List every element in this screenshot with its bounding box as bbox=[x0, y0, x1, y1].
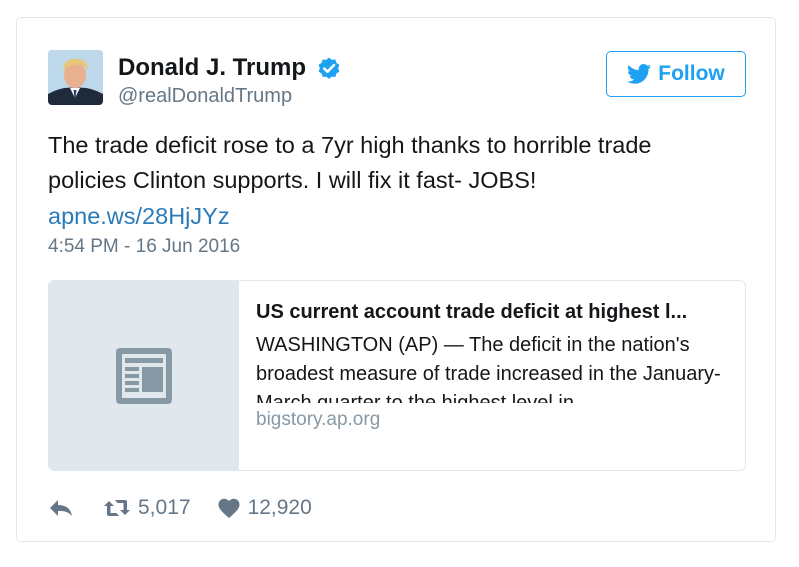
reply-icon bbox=[50, 500, 72, 516]
like-count: 12,920 bbox=[247, 496, 312, 519]
tweet-card: Donald J. Trump @realDonaldTrump Follow … bbox=[16, 17, 776, 542]
retweet-button[interactable]: 5,017 bbox=[103, 496, 191, 520]
reply-button[interactable] bbox=[48, 497, 74, 519]
follow-button-label: Follow bbox=[658, 62, 725, 85]
retweet-icon bbox=[104, 500, 130, 516]
card-description: WASHINGTON (AP) — The deficit in the nat… bbox=[256, 334, 721, 403]
user-handle[interactable]: @realDonaldTrump bbox=[118, 85, 292, 108]
retweet-count: 5,017 bbox=[138, 496, 191, 519]
article-icon bbox=[116, 347, 172, 404]
card-thumbnail bbox=[49, 281, 239, 470]
tweet-actions: 5,017 12,920 bbox=[48, 492, 312, 524]
card-body: US current account trade deficit at high… bbox=[256, 299, 726, 431]
follow-button[interactable]: Follow bbox=[606, 51, 746, 97]
tweet-link[interactable]: apne.ws/28HjJYz bbox=[48, 199, 230, 234]
card-domain: bigstory.ap.org bbox=[256, 409, 381, 430]
avatar[interactable] bbox=[48, 50, 103, 105]
link-preview-card[interactable]: US current account trade deficit at high… bbox=[48, 280, 746, 471]
verified-badge-icon bbox=[318, 57, 340, 79]
twitter-bird-icon bbox=[627, 64, 652, 84]
heart-icon bbox=[218, 498, 240, 518]
display-name[interactable]: Donald J. Trump bbox=[118, 54, 306, 82]
tweet-text: The trade deficit rose to a 7yr high tha… bbox=[48, 132, 652, 193]
like-button[interactable]: 12,920 bbox=[217, 496, 312, 520]
tweet-timestamp[interactable]: 4:54 PM - 16 Jun 2016 bbox=[48, 236, 240, 258]
card-title: US current account trade deficit at high… bbox=[256, 301, 688, 323]
avatar-image bbox=[48, 50, 103, 105]
